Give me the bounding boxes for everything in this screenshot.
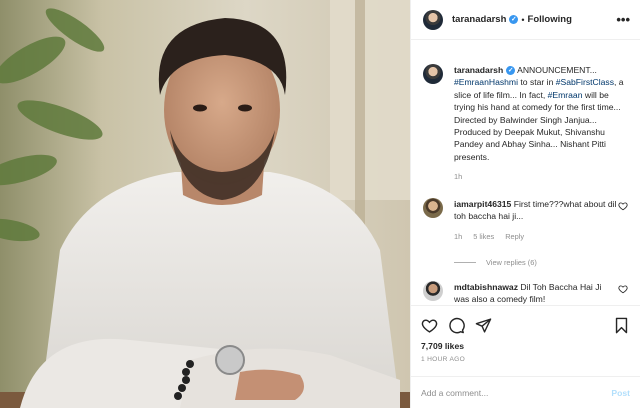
photo-illustration — [0, 0, 410, 408]
posted-time[interactable]: 1 HOUR AGO — [421, 356, 630, 363]
comment-time[interactable]: 1h — [454, 231, 462, 243]
add-comment-bar: Post — [411, 376, 640, 408]
commenter-avatar[interactable] — [423, 280, 443, 301]
caption-segment: will be trying his hand at comedy for th… — [454, 89, 621, 162]
more-options-icon[interactable]: ••• — [616, 12, 630, 27]
caption-username[interactable]: taranadarsh — [454, 65, 503, 75]
hashtag-link[interactable]: #SabFirstClass — [556, 77, 614, 87]
action-icons — [421, 313, 630, 337]
verified-badge-icon: ✓ — [509, 15, 519, 24]
post-photo[interactable] — [0, 0, 410, 408]
hashtag-link[interactable]: #EmraanHashmi — [454, 77, 518, 87]
author-avatar[interactable] — [423, 9, 443, 30]
following-button[interactable]: Following — [528, 14, 572, 25]
heart-icon[interactable] — [421, 317, 438, 334]
caption-text: ANNOUNCEMENT... #EmraanHashmi to star in… — [454, 65, 624, 162]
comment-meta: 1h 5 likes Reply — [454, 231, 619, 243]
caption-avatar[interactable] — [423, 64, 443, 84]
comment-icon[interactable] — [448, 317, 465, 334]
paper-plane-icon[interactable] — [475, 317, 492, 334]
comment-input[interactable] — [421, 387, 612, 398]
comment-item: mdtabishnawaz Dil Toh Baccha Hai Ji was … — [423, 280, 628, 305]
verified-badge-icon: ✓ — [506, 66, 516, 75]
view-replies-label: View replies (6) — [486, 257, 537, 267]
caption-body: taranadarsh ✓ ANNOUNCEMENT... #EmraanHash… — [454, 64, 626, 184]
caption-time[interactable]: 1h — [454, 171, 626, 183]
comment-item: iamarpit46315 First time???what about di… — [423, 197, 628, 244]
replies-divider — [454, 261, 476, 263]
comments-list[interactable]: taranadarsh ✓ ANNOUNCEMENT... #EmraanHash… — [411, 40, 640, 305]
post-side-panel: taranadarsh ✓ • Following ••• taranadars… — [410, 0, 640, 408]
comment-body: iamarpit46315 First time???what about di… — [454, 198, 619, 244]
commenter-avatar[interactable] — [423, 197, 443, 218]
instagram-post: taranadarsh ✓ • Following ••• taranadars… — [0, 0, 640, 408]
heart-icon[interactable] — [618, 284, 628, 294]
bookmark-icon[interactable] — [613, 317, 630, 334]
comment-likes[interactable]: 5 likes — [473, 231, 494, 243]
hashtag-link[interactable]: #Emraan — [548, 90, 583, 100]
separator-dot: • — [521, 14, 525, 25]
author-username[interactable]: taranadarsh — [452, 14, 506, 25]
comment-username[interactable]: iamarpit46315 — [454, 199, 511, 209]
comment-username[interactable]: mdtabishnawaz — [454, 282, 518, 292]
heart-icon[interactable] — [618, 201, 628, 211]
caption-segment: ANNOUNCEMENT... — [515, 65, 597, 75]
post-actions: 7,709 likes 1 HOUR AGO — [411, 305, 640, 376]
post-comment-button[interactable]: Post — [611, 388, 630, 398]
caption-segment: to star in — [518, 77, 556, 88]
likes-count[interactable]: 7,709 likes — [421, 341, 630, 351]
post-header: taranadarsh ✓ • Following ••• — [411, 0, 640, 40]
view-replies-link[interactable]: View replies (6) — [454, 258, 628, 267]
reply-button[interactable]: Reply — [505, 231, 524, 243]
post-caption: taranadarsh ✓ ANNOUNCEMENT... #EmraanHash… — [423, 40, 628, 184]
comment-body: mdtabishnawaz Dil Toh Baccha Hai Ji was … — [454, 281, 619, 305]
